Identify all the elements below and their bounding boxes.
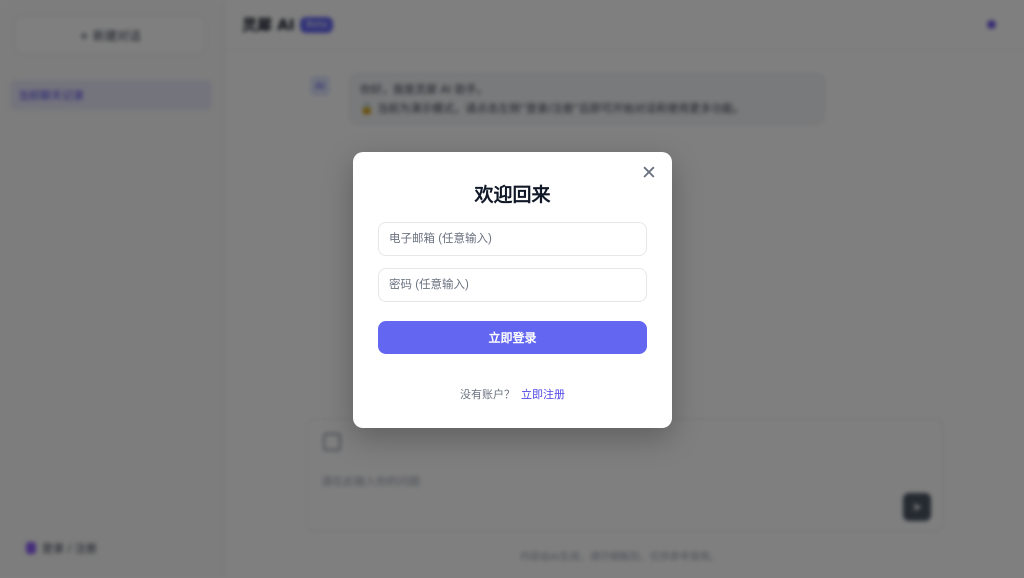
register-row: 没有账户？ 立即注册	[353, 386, 672, 402]
modal-title: 欢迎回来	[474, 184, 551, 206]
login-modal: ✕ 欢迎回来 立即登录 没有账户？立即注册	[353, 152, 672, 428]
login-button[interactable]: 立即登录	[378, 321, 647, 354]
app-root: + 新建对话 当前聊天记录 登录 / 注册 灵犀 AI Beta AI 你好，我…	[0, 0, 1024, 578]
no-account-text: 没有账户？	[460, 388, 515, 401]
register-link[interactable]: 立即注册	[521, 388, 565, 401]
password-field[interactable]	[378, 268, 647, 302]
email-field[interactable]	[378, 222, 647, 256]
